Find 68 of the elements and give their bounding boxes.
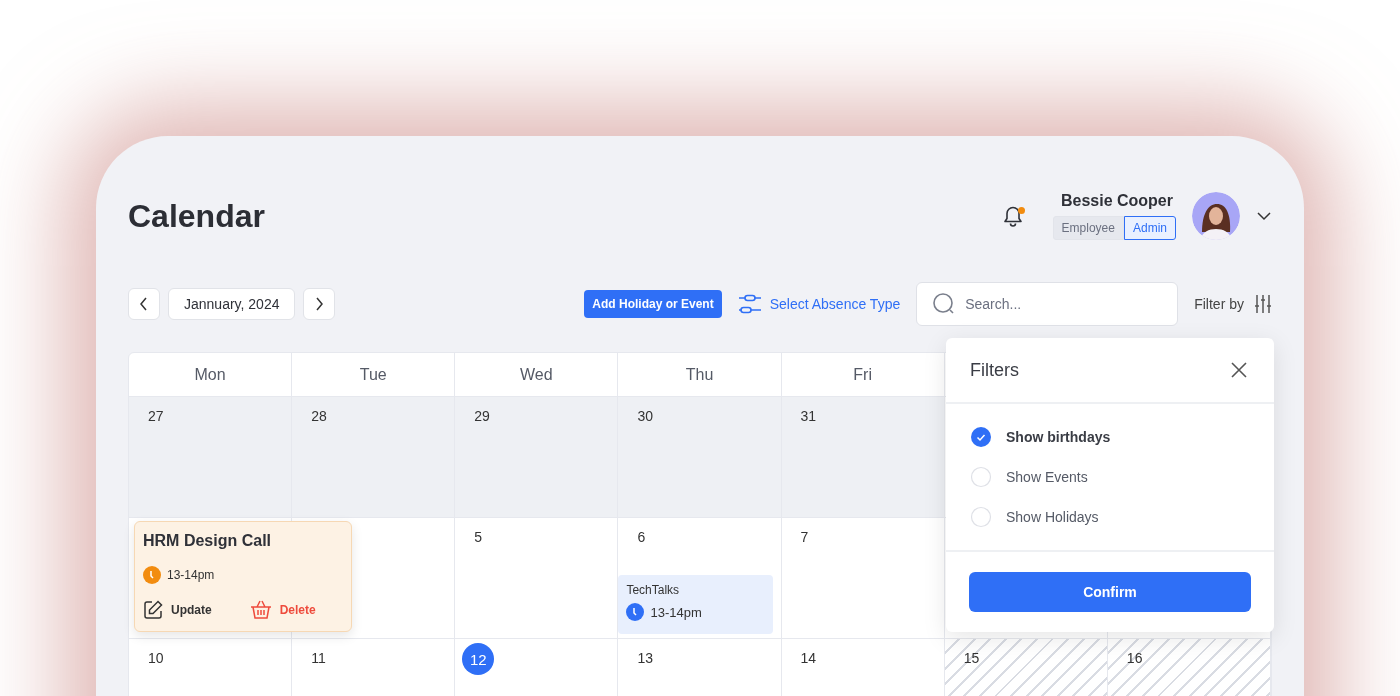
sliders-icon (737, 294, 762, 314)
day-number: 31 (800, 408, 817, 424)
close-icon (1230, 361, 1248, 379)
weekday-label: Mon (194, 365, 226, 384)
day-number: 11 (311, 650, 326, 666)
today-marker: 12 (462, 643, 495, 675)
confirm-button[interactable]: Confirm (969, 572, 1251, 612)
add-event-button[interactable]: Add Holiday or Event (584, 290, 722, 318)
day-cell[interactable]: 27 (129, 397, 293, 518)
page-title: Calendar (128, 197, 265, 235)
month-selector[interactable]: Jannuary, 2024 (168, 288, 296, 320)
clock-icon (626, 603, 645, 621)
day-cell[interactable]: 31 (781, 397, 945, 518)
previous-month-button[interactable] (128, 288, 160, 320)
day-cell[interactable]: 15 (944, 639, 1108, 696)
bell-icon (1002, 204, 1025, 228)
day-number: 6 (637, 529, 646, 545)
day-number: 14 (800, 650, 817, 666)
event-title: TechTalks (626, 583, 681, 597)
clock-icon (143, 566, 161, 584)
day-number: 27 (148, 408, 164, 424)
day-cell[interactable]: 16 (1107, 639, 1271, 696)
day-cell[interactable]: 30 (618, 397, 782, 518)
weekday-label: Fri (853, 365, 872, 384)
user-name: Bessie Cooper (1060, 192, 1173, 210)
day-number: 5 (474, 529, 483, 545)
chevron-left-icon (139, 297, 149, 311)
day-number: 7 (800, 529, 809, 545)
day-number: 13 (637, 650, 653, 666)
day-number: 10 (148, 650, 164, 666)
day-number: 16 (1126, 650, 1143, 666)
filter-icon (1254, 294, 1272, 314)
weekday-label: Wed (520, 365, 553, 384)
chevron-right-icon (314, 297, 325, 311)
radio-icon[interactable] (970, 466, 992, 488)
day-cell[interactable]: 5 (455, 518, 619, 639)
weekday-label: Thu (685, 365, 714, 384)
role-tab[interactable]: Admin (1124, 216, 1176, 240)
basket-icon (249, 600, 272, 620)
filter-button[interactable]: Filter by (1194, 294, 1272, 314)
radio-icon[interactable] (970, 506, 992, 528)
day-number: 30 (637, 408, 653, 424)
search-field[interactable]: Search... (916, 282, 1179, 326)
pencil-icon (143, 600, 163, 620)
day-number: 29 (474, 408, 490, 424)
filter-option[interactable]: Show birthdays (970, 426, 1250, 448)
event-card[interactable]: TechTalks 13-14pm (618, 575, 773, 634)
event-time: 13-14pm (650, 604, 702, 620)
day-number: 15 (963, 650, 980, 666)
day-cell[interactable]: 6 TechTalks 13-14pm (618, 518, 782, 639)
day-cell[interactable]: 7 (781, 518, 945, 639)
filter-option[interactable]: Show Holidays (970, 506, 1250, 528)
close-button[interactable] (1230, 361, 1248, 379)
day-number: 28 (311, 408, 327, 424)
weekday-label: Tue (359, 365, 387, 384)
update-button[interactable]: Update (143, 600, 212, 620)
chevron-down-icon[interactable] (1256, 211, 1272, 221)
day-cell[interactable]: 28 (292, 397, 456, 518)
notification-button[interactable] (1002, 204, 1025, 228)
day-cell[interactable]: 29 (455, 397, 619, 518)
next-month-button[interactable] (303, 288, 336, 320)
absence-type-button[interactable]: Select Absence Type (737, 294, 901, 314)
checked-radio-icon[interactable] (970, 426, 992, 448)
panel-title: Filters (970, 359, 1019, 381)
event-title: HRM Design Call (143, 532, 272, 550)
event-time: 13-14pm (167, 568, 215, 582)
role-tab[interactable]: Employee (1052, 216, 1124, 240)
filter-option[interactable]: Show Events (970, 466, 1250, 488)
